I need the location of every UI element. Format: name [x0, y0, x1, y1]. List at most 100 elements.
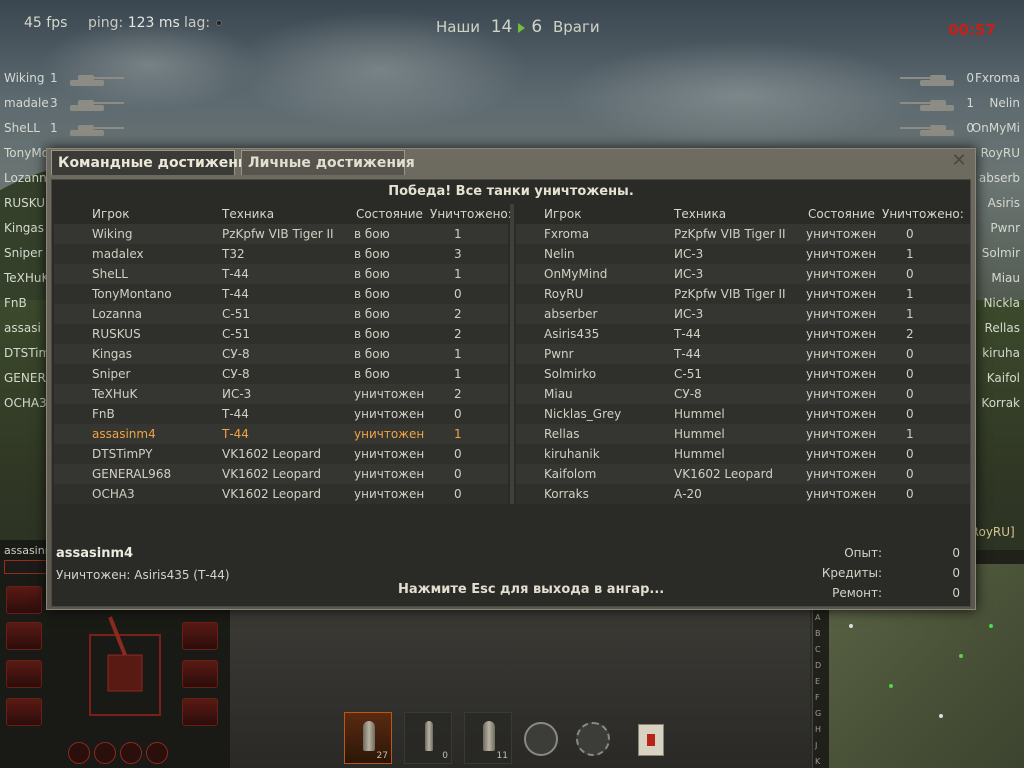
tank-name: Hummel [674, 447, 725, 461]
minimap-letter: C [815, 645, 821, 654]
table-row: OnMyMind ИС-3 уничтожен 0 [516, 264, 970, 284]
consumable-slot[interactable] [630, 716, 670, 760]
ammo-bar: 27 0 11 [340, 712, 690, 768]
player-name: Solmirko [544, 367, 597, 381]
player-name: kiruhanik [544, 447, 600, 461]
player-name: SheLL [92, 267, 128, 281]
side-player-name: Sniper [4, 246, 43, 260]
side-player-name: Miau [991, 271, 1020, 285]
kill-count: 0 [454, 407, 462, 421]
credits-value: 0 [952, 566, 960, 580]
kill-count: 2 [454, 307, 462, 321]
kill-count: 0 [906, 487, 914, 501]
player-name: DTSTimPY [92, 447, 153, 461]
tank-name: Hummel [674, 427, 725, 441]
player-name: RoyRU [544, 287, 584, 301]
table-row: Kingas СУ-8 в бою 1 [54, 344, 508, 364]
player-name: Miau [544, 387, 573, 401]
crew-loader-icon[interactable] [146, 742, 168, 764]
kill-count: 2 [454, 387, 462, 401]
module-radio-icon[interactable] [182, 660, 218, 688]
fps-counter: 45 fps [24, 15, 68, 31]
team-divider [510, 204, 514, 504]
side-frags: 1 [966, 96, 974, 110]
kill-count: 0 [906, 447, 914, 461]
module-track-icon[interactable] [6, 660, 42, 688]
kill-count: 0 [906, 367, 914, 381]
tank-name: ИС-3 [674, 267, 704, 281]
tank-name: СУ-8 [674, 387, 702, 401]
tank-name: ИС-3 [674, 307, 704, 321]
score-arrow-icon [518, 22, 526, 33]
tank-name: PzKpfw VIB Tiger II [222, 227, 334, 241]
player-name: Asiris435 [544, 327, 600, 341]
module-fuel-icon[interactable] [182, 698, 218, 726]
ammo-slot-ap[interactable]: 27 [344, 712, 392, 764]
table-row: SheLL Т-44 в бою 1 [54, 264, 508, 284]
tank-name: VK1602 Leopard [222, 467, 321, 481]
tab-team-achievements[interactable]: Командные достижения [51, 150, 257, 175]
crew-driver-icon[interactable] [120, 742, 142, 764]
consumable-slot[interactable] [520, 716, 560, 760]
tank-name: Т-44 [674, 327, 701, 341]
side-player-name: assasi [4, 321, 41, 335]
kill-count: 1 [454, 367, 462, 381]
close-button[interactable]: ✕ [950, 152, 968, 171]
player-name: FnB [92, 407, 115, 421]
ally-score: 14 [490, 17, 513, 37]
table-row: RoyRU PzKpfw VIB Tiger II уничтожен 1 [516, 284, 970, 304]
tank-name: T32 [222, 247, 245, 261]
module-tank-icon[interactable] [6, 698, 42, 726]
consumable-slot[interactable] [572, 716, 612, 760]
header-state: Состояние [808, 207, 875, 221]
crew-gunner-icon[interactable] [94, 742, 116, 764]
crew-commander-icon[interactable] [68, 742, 90, 764]
side-frags: 0 [966, 71, 974, 85]
player-name: Kingas [92, 347, 133, 361]
tank-name: СУ-8 [222, 367, 250, 381]
result-killed-by: Уничтожен: Asiris435 (Т-44) [56, 568, 230, 582]
player-state: в бою [354, 307, 390, 321]
side-tank-icon [898, 99, 958, 111]
table-row: Pwnr Т-44 уничтожен 0 [516, 344, 970, 364]
kill-count: 0 [906, 407, 914, 421]
ammo-slot-he[interactable]: 11 [464, 712, 512, 764]
player-name: TonyMontano [92, 287, 172, 301]
ammo-slot-apcr[interactable]: 0 [404, 712, 452, 764]
tab-personal-achievements[interactable]: Личные достижения [241, 150, 415, 175]
minimap-letter: G [815, 709, 822, 718]
tank-silhouette-icon [900, 75, 954, 86]
exp-value: 0 [952, 546, 960, 560]
tank-name: PzKpfw VIB Tiger II [674, 227, 786, 241]
module-gun-icon[interactable] [6, 586, 42, 614]
table-row: RUSKUS С-51 в бою 2 [54, 324, 508, 344]
side-list-entry: SheLL 1 [0, 118, 130, 143]
side-player-name: Asiris [987, 196, 1020, 210]
player-state: уничтожен [354, 407, 425, 421]
kill-count: 0 [906, 347, 914, 361]
tank-name: С-51 [222, 327, 250, 341]
table-row: TeXHuK ИС-3 уничтожен 2 [54, 384, 508, 404]
lag-dot-icon [216, 20, 223, 26]
player-name: Sniper [92, 367, 131, 381]
tank-name: СУ-8 [222, 347, 250, 361]
tank-name: А-20 [674, 487, 702, 501]
side-player-name: madale [4, 96, 49, 110]
player-name: Wiking [92, 227, 133, 241]
tank-silhouette-icon [70, 75, 124, 86]
top-hud: 45 fps ping: 123 ms lag: Наши 14 6 Враги … [0, 0, 1024, 50]
kill-count: 1 [454, 267, 462, 281]
lag-label: lag: [184, 15, 211, 31]
table-row: GENERAL968 VK1602 Leopard уничтожен 0 [54, 464, 508, 484]
minimap-letter: F [815, 693, 820, 702]
header-tank: Техника [222, 207, 275, 221]
module-ammo-rack-icon[interactable] [182, 622, 218, 650]
team-score: Наши 14 6 Враги [436, 17, 600, 37]
side-frags: 3 [50, 96, 58, 110]
speedometer-icon [524, 722, 558, 756]
side-tank-icon [898, 74, 958, 86]
player-name: OCHA3 [92, 487, 135, 501]
player-name: madalex [92, 247, 144, 261]
tank-name: Т-44 [222, 407, 249, 421]
module-engine-icon[interactable] [6, 622, 42, 650]
